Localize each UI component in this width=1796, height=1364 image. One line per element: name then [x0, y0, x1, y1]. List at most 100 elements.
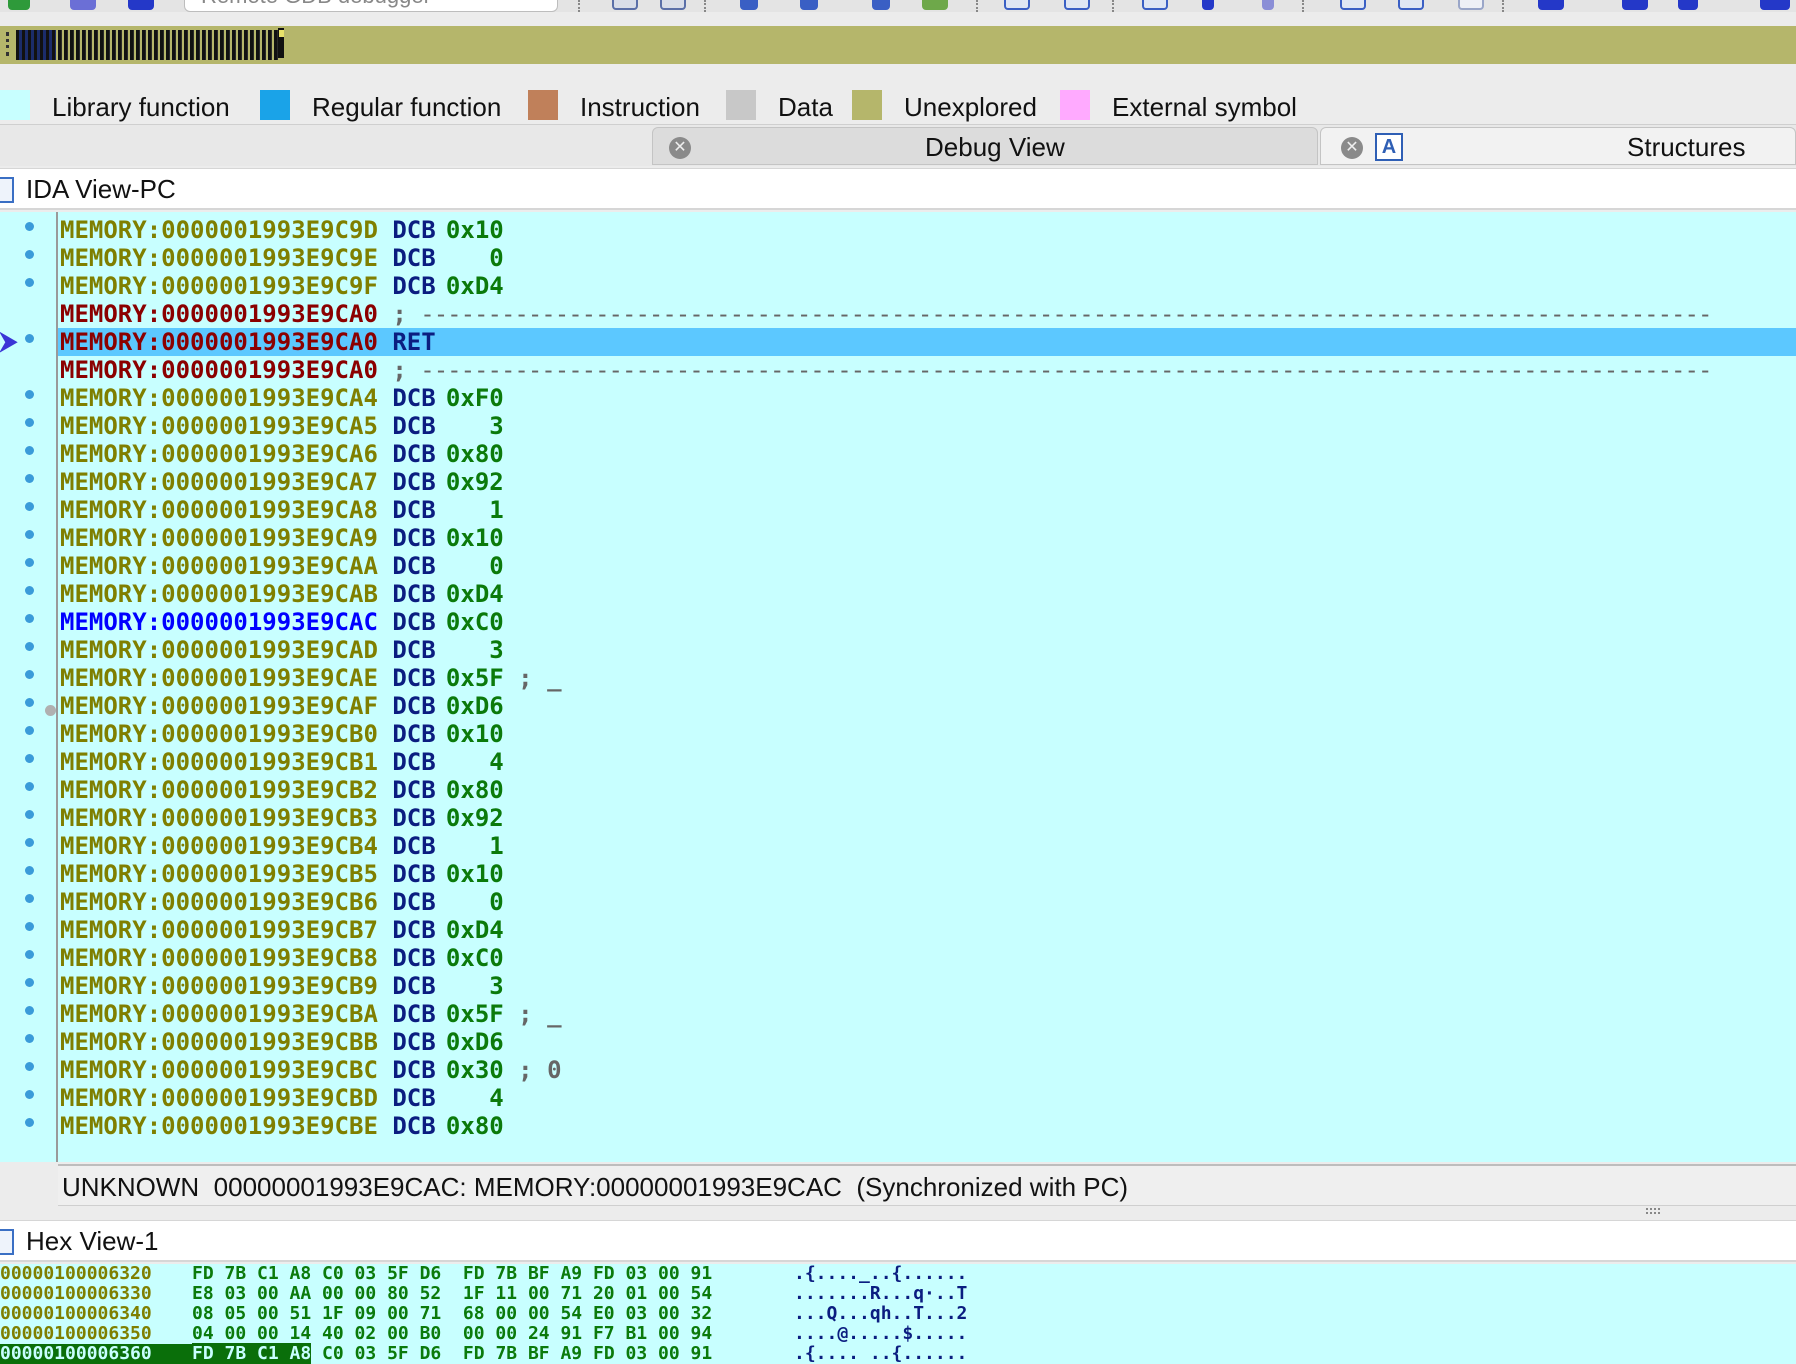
- address[interactable]: 0000001993E9CB4: [161, 832, 378, 860]
- disassembly-line[interactable]: MEMORY:0000001993E9CAB DCB 0xD4: [60, 580, 1796, 608]
- address[interactable]: 0000001993E9CBD: [161, 1084, 378, 1112]
- address[interactable]: 0000001993E9CB8: [161, 944, 378, 972]
- operand[interactable]: 3: [436, 412, 503, 440]
- address[interactable]: 0000001993E9CA9: [161, 524, 378, 552]
- hex-bytes[interactable]: FD 7B C1 A8 C0 03 5F D6 FD 7B BF A9 FD 0…: [192, 1264, 794, 1284]
- disassembly-line[interactable]: MEMORY:0000001993E9CAD DCB 3: [60, 636, 1796, 664]
- address[interactable]: 0000001993E9C9D: [161, 216, 378, 244]
- disassembly-line[interactable]: MEMORY:0000001993E9C9E DCB 0: [60, 244, 1796, 272]
- hex-bytes[interactable]: 04 00 00 14 40 02 00 B0 00 00 24 91 F7 B…: [192, 1324, 794, 1344]
- operand[interactable]: 0x5F: [436, 1000, 504, 1028]
- disassembly-line[interactable]: MEMORY:0000001993E9CB2 DCB 0x80: [60, 776, 1796, 804]
- hex-view[interactable]: 00000100006320 FD 7B C1 A8 C0 03 5F D6 FD…: [0, 1264, 1796, 1364]
- operand[interactable]: 0x80: [436, 1112, 504, 1140]
- disassembly-line[interactable]: MEMORY:0000001993E9C9F DCB 0xD4: [60, 272, 1796, 300]
- operand[interactable]: 1: [436, 832, 503, 860]
- breakpoint-dot-icon[interactable]: [25, 754, 34, 763]
- breakpoint-dot-icon[interactable]: [25, 950, 34, 959]
- breakpoint-dot-icon[interactable]: [25, 698, 34, 707]
- address[interactable]: 0000001993E9CA0: [161, 300, 378, 328]
- operand[interactable]: 0x10: [436, 720, 504, 748]
- disassembly-line[interactable]: MEMORY:0000001993E9CA9 DCB 0x10: [60, 524, 1796, 552]
- ida-view-header[interactable]: IDA View-PC: [0, 168, 1796, 210]
- suspend-icon[interactable]: [70, 0, 96, 10]
- disassembly-line[interactable]: MEMORY:0000001993E9CA7 DCB 0x92: [60, 468, 1796, 496]
- address[interactable]: 0000001993E9C9F: [161, 272, 378, 300]
- disassembly-line[interactable]: MEMORY:0000001993E9CB6 DCB 0: [60, 888, 1796, 916]
- disassembly-line[interactable]: MEMORY:0000001993E9CBD DCB 4: [60, 1084, 1796, 1112]
- operand[interactable]: 0: [436, 888, 503, 916]
- binoculars-icon[interactable]: [1398, 0, 1424, 10]
- disassembly-line[interactable]: MEMORY:0000001993E9CB9 DCB 3: [60, 972, 1796, 1000]
- breakpoint-dot-icon[interactable]: [25, 222, 34, 231]
- operand[interactable]: 0xD6: [436, 692, 504, 720]
- breakpoint-dot-icon[interactable]: [25, 334, 34, 343]
- address[interactable]: 0000001993E9CB9: [161, 972, 378, 1000]
- hex-row[interactable]: 00000100006350 04 00 00 14 40 02 00 B0 00…: [0, 1324, 967, 1344]
- address[interactable]: 0000001993E9CA0: [161, 328, 378, 356]
- address[interactable]: 0000001993E9CAE: [161, 664, 378, 692]
- operand[interactable]: 0xD4: [436, 580, 504, 608]
- disassembly-line[interactable]: MEMORY:0000001993E9CB3 DCB 0x92: [60, 804, 1796, 832]
- run-to-cursor-icon[interactable]: [740, 0, 758, 10]
- address[interactable]: 0000001993E9CA4: [161, 384, 378, 412]
- breakpoint-dot-icon[interactable]: [25, 670, 34, 679]
- breakpoint-dot-icon[interactable]: [25, 614, 34, 623]
- windows-icon[interactable]: [1064, 0, 1090, 10]
- step-into-icon[interactable]: [612, 0, 638, 10]
- window-icon[interactable]: [1004, 0, 1030, 10]
- address[interactable]: 0000001993E9CBC: [161, 1056, 378, 1084]
- breakpoint-dot-icon[interactable]: [25, 866, 34, 875]
- address[interactable]: 0000001993E9CBB: [161, 1028, 378, 1056]
- separator-line[interactable]: MEMORY:0000001993E9CA0 ; ---------------…: [60, 300, 1796, 328]
- address[interactable]: 0000001993E9CA6: [161, 440, 378, 468]
- disassembly-line[interactable]: MEMORY:0000001993E9CBB DCB 0xD6: [60, 1028, 1796, 1056]
- breakpoint-dot-icon[interactable]: [25, 446, 34, 455]
- breakpoint-dot-icon[interactable]: [25, 502, 34, 511]
- hex-bytes[interactable]: FD 7B C1 A8 C0 03 5F D6 FD 7B BF A9 FD 0…: [192, 1343, 794, 1364]
- stop-icon[interactable]: [128, 0, 154, 10]
- breakpoint-dot-icon[interactable]: [25, 418, 34, 427]
- operand[interactable]: 0x92: [436, 804, 504, 832]
- operand[interactable]: 3: [436, 972, 503, 1000]
- breakpoint-dot-icon[interactable]: [25, 1062, 34, 1071]
- operand[interactable]: 0xD4: [436, 272, 504, 300]
- operand[interactable]: 0x92: [436, 468, 504, 496]
- binoculars-gray-icon[interactable]: [1458, 0, 1484, 10]
- address[interactable]: 0000001993E9CB2: [161, 776, 378, 804]
- operand[interactable]: 0x10: [436, 216, 504, 244]
- breakpoint-dot-icon[interactable]: [25, 838, 34, 847]
- breakpoint-dot-icon[interactable]: [25, 782, 34, 791]
- chip-icon[interactable]: [922, 0, 948, 10]
- hex-row[interactable]: 00000100006340 08 05 00 51 1F 09 00 71 68…: [0, 1304, 967, 1324]
- operand[interactable]: 0x80: [436, 440, 504, 468]
- operand[interactable]: 0xD6: [436, 1028, 504, 1056]
- breakpoint-dot-icon[interactable]: [25, 726, 34, 735]
- jump-icon[interactable]: [1678, 0, 1698, 10]
- step-out-icon[interactable]: [800, 0, 818, 10]
- breakpoint-dot-icon[interactable]: [25, 390, 34, 399]
- disassembly-line[interactable]: MEMORY:0000001993E9CAA DCB 0: [60, 552, 1796, 580]
- address[interactable]: 0000001993E9CB1: [161, 748, 378, 776]
- operand[interactable]: 0: [436, 244, 503, 272]
- graph-icon[interactable]: [1340, 0, 1366, 10]
- operand[interactable]: 4: [436, 1084, 503, 1112]
- step-over-icon[interactable]: [660, 0, 686, 10]
- breakpoint-dot-icon[interactable]: [25, 922, 34, 931]
- lock-icon[interactable]: [1202, 0, 1214, 10]
- breakpoint-dot-icon[interactable]: [25, 1034, 34, 1043]
- operand[interactable]: 0xC0: [436, 944, 504, 972]
- operand[interactable]: 0x10: [436, 860, 504, 888]
- disassembly-line[interactable]: MEMORY:0000001993E9C9D DCB 0x10: [60, 216, 1796, 244]
- hex-row[interactable]: 00000100006330 E8 03 00 AA 00 00 80 52 1F…: [0, 1284, 967, 1304]
- lock-gray-icon[interactable]: [1262, 0, 1274, 10]
- address[interactable]: 0000001993E9CB6: [161, 888, 378, 916]
- disassembly-lines[interactable]: MEMORY:0000001993E9C9D DCB 0x10 MEMORY:000…: [58, 216, 1796, 1140]
- operand[interactable]: 4: [436, 748, 503, 776]
- close-icon[interactable]: ✕: [669, 137, 691, 159]
- breakpoint-dot-icon[interactable]: [25, 558, 34, 567]
- address[interactable]: 0000001993E9C9E: [161, 244, 378, 272]
- tab-debug-view[interactable]: ✕ Debug View: [652, 127, 1318, 165]
- address[interactable]: 0000001993E9CBA: [161, 1000, 378, 1028]
- operand[interactable]: 3: [436, 636, 503, 664]
